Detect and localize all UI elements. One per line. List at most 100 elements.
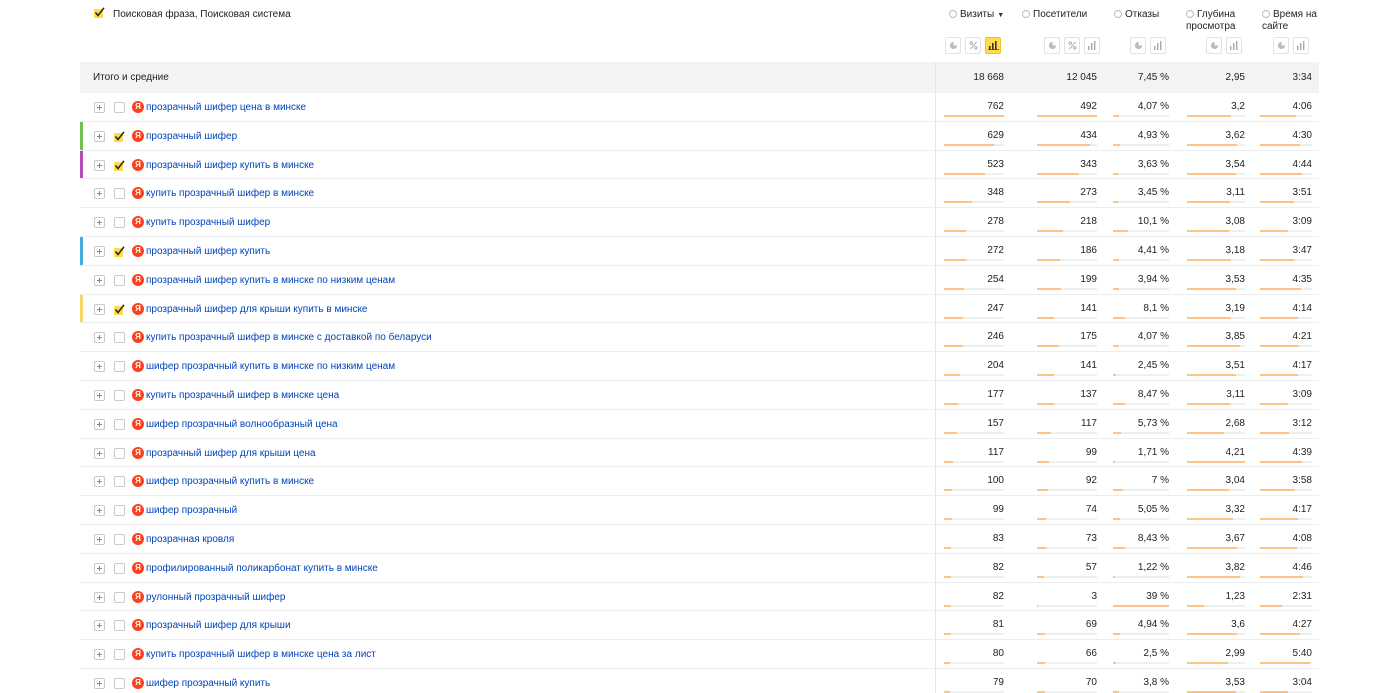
expand-icon[interactable]	[94, 303, 105, 315]
unchecked-checkbox[interactable]	[114, 620, 125, 632]
expand-icon[interactable]	[94, 447, 105, 459]
table-row[interactable]: Я шифер прозрачный 99 74 5,05 % 3,32 4:1…	[80, 496, 1319, 525]
visits-header[interactable]: Визиты ▼	[949, 9, 1004, 22]
expand-icon[interactable]	[94, 130, 105, 142]
table-row[interactable]: Я прозрачный шифер цена в минске 762 492…	[80, 93, 1319, 122]
search-phrase-link[interactable]: купить прозрачный шифер	[146, 217, 270, 228]
pie-chart-icon[interactable]	[1130, 37, 1146, 54]
bounce-header[interactable]: Отказы	[1114, 9, 1159, 21]
table-row[interactable]: Я профилированный поликарбонат купить в …	[80, 554, 1319, 583]
table-row[interactable]: Я прозрачный шифер 629 434 4,93 % 3,62 4…	[80, 121, 1319, 151]
search-phrase-link[interactable]: шифер прозрачный волнообразный цена	[146, 419, 338, 430]
search-phrase-link[interactable]: прозрачный шифер для крыши	[146, 620, 291, 631]
info-icon[interactable]	[1022, 10, 1030, 18]
search-phrase-link[interactable]: купить прозрачный шифер в минске цена	[146, 390, 339, 401]
table-row[interactable]: Я шифер прозрачный волнообразный цена 15…	[80, 410, 1319, 439]
percent-icon[interactable]	[965, 37, 981, 54]
unchecked-checkbox[interactable]	[114, 476, 125, 488]
unchecked-checkbox[interactable]	[114, 102, 125, 113]
search-phrase-link[interactable]: прозрачный шифер для крыши купить в минс…	[146, 304, 368, 315]
search-phrase-link[interactable]: прозрачный шифер купить в минске	[146, 160, 314, 171]
table-row[interactable]: Я прозрачный шифер для крыши цена 117 99…	[80, 439, 1319, 468]
expand-icon[interactable]	[94, 389, 105, 401]
bar-chart-icon[interactable]	[1084, 37, 1100, 54]
pie-chart-icon[interactable]	[1273, 37, 1289, 54]
search-phrase-link[interactable]: купить прозрачный шифер в минске цена за…	[146, 649, 376, 660]
search-phrase-link[interactable]: прозрачный шифер купить	[146, 246, 270, 257]
unchecked-checkbox[interactable]	[114, 188, 125, 200]
table-row[interactable]: Я рулонный прозрачный шифер 82 3 39 % 1,…	[80, 583, 1319, 612]
search-phrase-link[interactable]: шифер прозрачный купить	[146, 678, 270, 689]
unchecked-checkbox[interactable]	[114, 389, 125, 401]
select-all-checkbox-icon[interactable]	[94, 7, 105, 18]
unchecked-checkbox[interactable]	[114, 217, 125, 229]
expand-icon[interactable]	[94, 102, 105, 113]
table-row[interactable]: Я купить прозрачный шифер в минске 348 2…	[80, 179, 1319, 209]
table-row[interactable]: Я прозрачный шифер купить 272 186 4,41 %…	[80, 236, 1319, 266]
expand-icon[interactable]	[94, 332, 105, 344]
table-row[interactable]: Я шифер прозрачный купить в минске 100 9…	[80, 467, 1319, 497]
search-phrase-link[interactable]: прозрачный шифер для крыши цена	[146, 448, 316, 459]
expand-icon[interactable]	[94, 274, 105, 286]
search-phrase-link[interactable]: прозрачный шифер	[146, 131, 237, 142]
time-on-site-header[interactable]: Время на сайте	[1262, 9, 1320, 33]
expand-icon[interactable]	[94, 361, 105, 373]
checked-checkbox-icon[interactable]	[114, 303, 125, 315]
unchecked-checkbox[interactable]	[114, 505, 125, 517]
expand-icon[interactable]	[94, 562, 105, 574]
expand-icon[interactable]	[94, 245, 105, 257]
table-row[interactable]: Я купить прозрачный шифер в минске цена …	[80, 640, 1319, 669]
unchecked-checkbox[interactable]	[114, 649, 125, 661]
table-row[interactable]: Я купить прозрачный шифер в минске с дос…	[80, 323, 1319, 353]
search-phrase-link[interactable]: купить прозрачный шифер в минске с доста…	[146, 332, 432, 343]
pie-chart-icon[interactable]	[945, 37, 961, 54]
search-phrase-link[interactable]: шифер прозрачный купить в минске	[146, 476, 314, 487]
bar-chart-icon[interactable]	[1226, 37, 1242, 54]
checked-checkbox-icon[interactable]	[114, 246, 125, 257]
expand-icon[interactable]	[94, 591, 105, 603]
dimension-header[interactable]: Поисковая фраза, Поисковая система	[113, 9, 291, 20]
search-phrase-link[interactable]: рулонный прозрачный шифер	[146, 592, 286, 603]
unchecked-checkbox[interactable]	[114, 447, 125, 459]
info-icon[interactable]	[1186, 10, 1194, 18]
search-phrase-link[interactable]: прозрачный шифер купить в минске по низк…	[146, 275, 395, 286]
search-phrase-link[interactable]: шифер прозрачный купить в минске по низк…	[146, 361, 395, 372]
table-row[interactable]: Я шифер прозрачный купить в минске по ни…	[80, 352, 1319, 381]
unchecked-checkbox[interactable]	[114, 591, 125, 603]
expand-icon[interactable]	[94, 188, 105, 200]
unchecked-checkbox[interactable]	[114, 361, 125, 373]
expand-icon[interactable]	[94, 476, 105, 488]
visitors-header[interactable]: Посетители	[1022, 9, 1087, 21]
info-icon[interactable]	[1114, 10, 1122, 18]
search-phrase-link[interactable]: шифер прозрачный	[146, 505, 237, 516]
expand-icon[interactable]	[94, 418, 105, 430]
search-phrase-link[interactable]: прозрачный шифер цена в минске	[146, 102, 306, 113]
bar-chart-icon[interactable]	[1150, 37, 1166, 54]
pie-chart-icon[interactable]	[1044, 37, 1060, 54]
search-phrase-link[interactable]: профилированный поликарбонат купить в ми…	[146, 563, 378, 574]
unchecked-checkbox[interactable]	[114, 418, 125, 430]
table-row[interactable]: Я прозрачный шифер для крыши 81 69 4,94 …	[80, 611, 1319, 641]
unchecked-checkbox[interactable]	[114, 677, 125, 689]
table-row[interactable]: Я прозрачный шифер купить в минске 523 3…	[80, 150, 1319, 180]
checked-checkbox-icon[interactable]	[114, 159, 125, 171]
info-icon[interactable]	[949, 10, 957, 18]
pie-chart-icon[interactable]	[1206, 37, 1222, 54]
table-row[interactable]: Я прозрачная кровля 83 73 8,43 % 3,67 4:…	[80, 525, 1319, 554]
expand-icon[interactable]	[94, 649, 105, 661]
table-row[interactable]: Я прозрачный шифер купить в минске по ни…	[80, 266, 1319, 295]
info-icon[interactable]	[1262, 10, 1270, 18]
search-phrase-link[interactable]: прозрачная кровля	[146, 534, 234, 545]
bar-chart-icon[interactable]	[985, 37, 1001, 54]
search-phrase-link[interactable]: купить прозрачный шифер в минске	[146, 188, 314, 199]
expand-icon[interactable]	[94, 677, 105, 689]
expand-icon[interactable]	[94, 533, 105, 545]
table-row[interactable]: Я купить прозрачный шифер в минске цена …	[80, 381, 1319, 410]
unchecked-checkbox[interactable]	[114, 533, 125, 545]
table-row[interactable]: Я прозрачный шифер для крыши купить в ми…	[80, 294, 1319, 324]
expand-icon[interactable]	[94, 620, 105, 632]
unchecked-checkbox[interactable]	[114, 332, 125, 344]
unchecked-checkbox[interactable]	[114, 274, 125, 286]
table-row[interactable]: Я купить прозрачный шифер 278 218 10,1 %…	[80, 208, 1319, 237]
expand-icon[interactable]	[94, 159, 105, 171]
